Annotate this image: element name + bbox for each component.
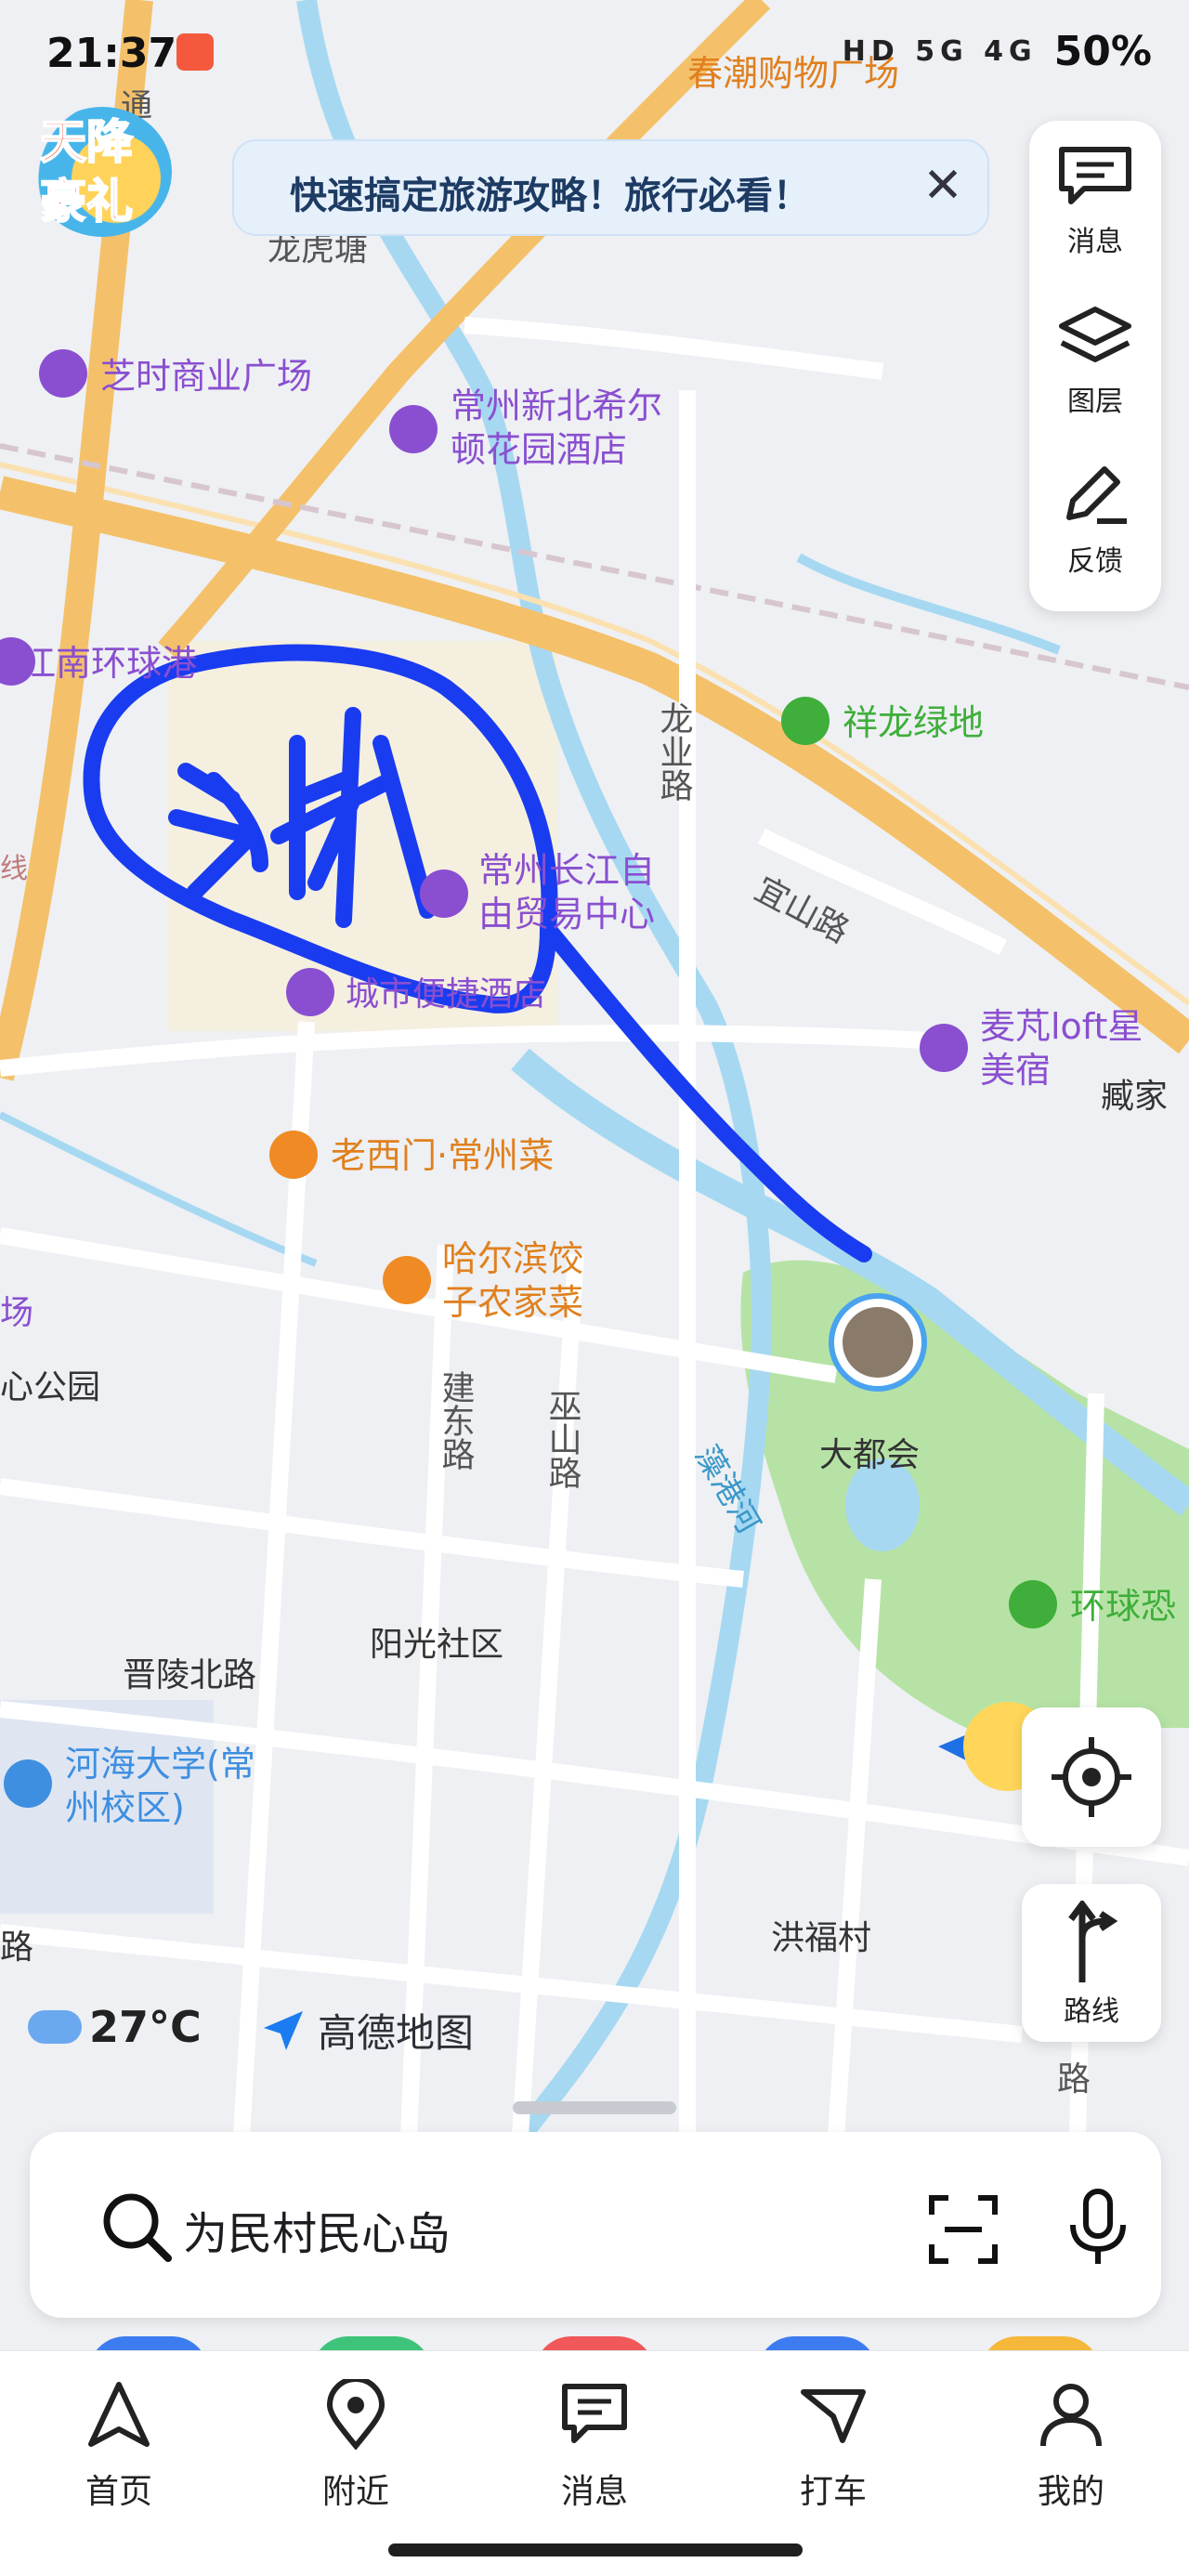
layers-label: 图层	[1067, 386, 1123, 418]
navigation-arrow-icon	[88, 2382, 150, 2447]
user-icon	[1040, 2384, 1102, 2447]
label-jiangnan: 江南环球港	[20, 643, 197, 684]
label-zhishi: 芝时商业广场	[100, 356, 312, 397]
label-wushan-road: 巫山路	[543, 1389, 581, 1489]
message-icon	[1059, 147, 1131, 204]
sheet-drag-handle[interactable]	[513, 2101, 676, 2114]
close-icon[interactable]: ✕	[915, 158, 971, 214]
school-icon	[4, 1759, 52, 1808]
map-tools-panel: 消息 图层 反馈	[1029, 121, 1161, 611]
label-road-right: 路	[1057, 2060, 1091, 2099]
microphone-icon[interactable]	[1065, 2188, 1130, 2268]
label-yangguang: 阳光社区	[370, 1626, 503, 1664]
tab-home[interactable]: 首页	[49, 2379, 189, 2513]
scan-icon[interactable]	[926, 2192, 1000, 2267]
route-label: 路线	[1064, 1995, 1119, 2028]
restaurant-icon-2	[383, 1256, 431, 1304]
restaurant-icon	[269, 1131, 318, 1179]
gift-badge[interactable]: 天降 豪礼	[33, 107, 172, 237]
hotel-icon-2	[286, 968, 334, 1016]
tab-messages[interactable]: 消息	[525, 2379, 664, 2513]
network-icons: HD 5G 4G	[842, 35, 1038, 68]
locate-icon	[1052, 1737, 1131, 1817]
brand-name: 高德地图	[318, 2010, 475, 2056]
label-maipeng-1: 麦芃loft星	[980, 1006, 1143, 1047]
label-jiandong-road: 建东路	[437, 1370, 475, 1471]
tab-messages-label: 消息	[560, 2473, 628, 2511]
battery-level: 50%	[1053, 28, 1152, 75]
label-maipeng-2: 美宿	[980, 1050, 1051, 1091]
message-label: 消息	[1067, 226, 1123, 258]
temperature: 27°C	[89, 2002, 202, 2052]
shop-icon	[39, 349, 87, 398]
weather-widget[interactable]: 27°C	[28, 2002, 202, 2052]
label-laoximen: 老西门·常州菜	[331, 1135, 554, 1176]
label-hongfu: 洪福村	[771, 1919, 871, 1957]
gift-badge-line1: 天降	[39, 114, 134, 170]
tab-nearby-label: 附近	[321, 2473, 389, 2511]
tab-taxi-label: 打车	[799, 2473, 867, 2511]
label-haerbin-2: 子农家菜	[442, 1282, 583, 1323]
location-pin-icon	[326, 2376, 385, 2451]
cloud-icon	[28, 2010, 82, 2044]
label-daduhui: 大都会	[819, 1436, 920, 1474]
amap-brand: 高德地图	[260, 2002, 474, 2059]
label-hotel: 城市便捷酒店	[346, 975, 546, 1013]
app-notification-icon	[176, 33, 214, 71]
label-haerbin-1: 哈尔滨饺	[442, 1238, 583, 1279]
promo-tip[interactable]: 快速搞定旅游攻略！旅行必看！ ✕	[232, 139, 989, 236]
label-hilton-1: 常州新北希尔	[451, 386, 662, 426]
bottom-tab-bar: 首页 附近 消息 打车 我的	[0, 2350, 1189, 2576]
taxi-icon	[801, 2389, 866, 2443]
hotel-icon-3	[920, 1024, 968, 1072]
label-longye-road: 龙业路	[655, 701, 693, 802]
park-icon-2	[1009, 1580, 1057, 1628]
mall-icon-2	[420, 870, 468, 918]
status-bar: 21:37 HD 5G 4G 50%	[0, 0, 1189, 111]
search-icon	[103, 2193, 172, 2262]
locate-button[interactable]	[1022, 1707, 1161, 1847]
label-chang-left: 场	[0, 1294, 33, 1332]
chat-icon	[562, 2384, 627, 2443]
search-input[interactable]: 为民村民心岛	[183, 2197, 451, 2262]
search-bar[interactable]: 为民村民心岛	[30, 2132, 1161, 2318]
route-button[interactable]: 路线	[1022, 1884, 1161, 2042]
gift-badge-line2: 豪礼	[39, 174, 134, 229]
tab-taxi[interactable]: 打车	[764, 2379, 903, 2513]
tab-me-label: 我的	[1037, 2473, 1104, 2511]
tab-me[interactable]: 我的	[1001, 2379, 1141, 2513]
label-huanqiu: 环球恐	[1070, 1586, 1176, 1627]
label-xian: 线	[0, 853, 28, 885]
label-road-left: 路	[0, 1929, 33, 1967]
status-time: 21:37	[46, 30, 177, 77]
tab-nearby[interactable]: 附近	[286, 2376, 425, 2513]
tab-home-label: 首页	[85, 2473, 152, 2511]
home-indicator[interactable]	[388, 2543, 803, 2556]
label-hilton-2: 顿花园酒店	[451, 429, 627, 470]
park-icon	[781, 697, 830, 745]
label-changjiang-2: 由贸易中心	[478, 894, 655, 935]
layers-icon	[1059, 307, 1131, 362]
feedback-label: 反馈	[1067, 545, 1123, 578]
label-hohai-2: 州校区)	[65, 1787, 185, 1828]
label-longhutang: 龙虎塘	[268, 230, 368, 268]
promo-text: 快速搞定旅游攻略！旅行必看！	[290, 175, 810, 217]
feedback-button[interactable]: 反馈	[1029, 440, 1161, 598]
amap-logo-icon	[264, 2010, 303, 2050]
layers-button[interactable]: 图层	[1029, 281, 1161, 438]
route-icon	[1068, 1899, 1118, 1982]
label-jinling-road: 晋陵北路	[123, 1656, 256, 1694]
feedback-icon	[1066, 466, 1127, 524]
label-park: 心公园	[0, 1368, 100, 1406]
hotel-icon	[389, 405, 438, 453]
message-button[interactable]: 消息	[1029, 121, 1161, 279]
label-changjiang-1: 常州长江自	[478, 850, 655, 891]
label-xianglong: 祥龙绿地	[843, 702, 984, 743]
label-zangjia: 臧家	[1101, 1078, 1168, 1116]
label-hohai-1: 河海大学(常	[65, 1744, 255, 1785]
